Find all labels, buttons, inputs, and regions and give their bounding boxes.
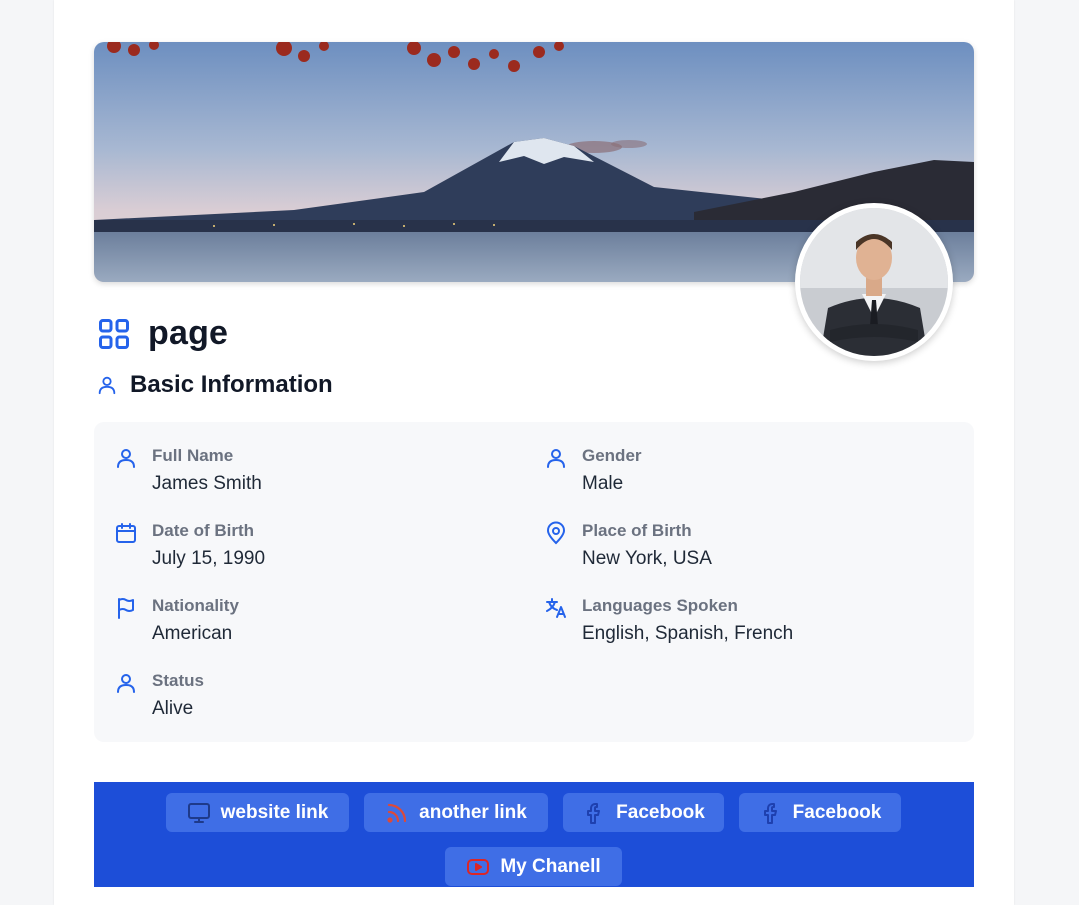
link-label: Facebook xyxy=(792,801,882,823)
info-label: Status xyxy=(152,671,204,690)
info-place-of-birth: Place of Birth New York, USA xyxy=(544,519,712,573)
info-label: Full Name xyxy=(152,446,234,465)
facebook-icon xyxy=(759,801,783,825)
info-label: Date of Birth xyxy=(152,521,254,540)
page-title: page xyxy=(96,314,228,353)
grid-icon xyxy=(96,316,132,352)
info-label: Gender xyxy=(582,446,642,465)
section-title: Basic Information xyxy=(96,371,333,399)
info-value: American xyxy=(152,623,233,644)
info-label: Place of Birth xyxy=(582,521,692,540)
profile-card: page Basic Information Full Name James S… xyxy=(54,0,1014,905)
basic-info-panel: Full Name James Smith Gender Male Date o… xyxy=(94,422,974,742)
calendar-icon xyxy=(114,519,138,573)
youtube-icon xyxy=(466,855,490,879)
link-label: website link xyxy=(220,801,329,823)
user-icon xyxy=(114,669,138,723)
info-value: July 15, 1990 xyxy=(152,548,266,569)
map-pin-icon xyxy=(544,519,568,573)
info-status: Status Alive xyxy=(114,669,204,723)
another-link-button[interactable]: another link xyxy=(364,793,548,832)
rss-icon xyxy=(385,801,409,825)
info-label: Languages Spoken xyxy=(582,596,738,615)
translate-icon xyxy=(544,594,568,648)
info-value: New York, USA xyxy=(582,548,712,569)
info-value: Male xyxy=(582,473,624,494)
facebook-icon xyxy=(582,801,606,825)
facebook-link-button[interactable]: Facebook xyxy=(563,793,724,832)
info-value: Alive xyxy=(152,698,194,719)
info-value: James Smith xyxy=(152,473,262,494)
user-icon xyxy=(114,444,138,498)
info-date-of-birth: Date of Birth July 15, 1990 xyxy=(114,519,265,573)
link-label: Facebook xyxy=(616,801,705,823)
info-label: Nationality xyxy=(152,596,239,615)
info-full-name: Full Name James Smith xyxy=(114,444,262,498)
link-label: another link xyxy=(419,801,527,823)
profile-avatar xyxy=(795,203,953,361)
facebook-link-button-2[interactable]: Facebook xyxy=(739,793,901,832)
links-bar: website link another link Facebook Faceb… xyxy=(94,782,974,887)
user-icon xyxy=(544,444,568,498)
flag-icon xyxy=(114,594,138,648)
link-label: My Chanell xyxy=(500,855,601,877)
section-title-text: Basic Information xyxy=(130,371,333,398)
monitor-icon xyxy=(187,801,211,825)
page-title-text: page xyxy=(148,314,229,352)
info-languages: Languages Spoken English, Spanish, Frenc… xyxy=(544,594,793,648)
user-icon xyxy=(96,374,118,396)
info-gender: Gender Male xyxy=(544,444,642,498)
info-nationality: Nationality American xyxy=(114,594,239,648)
my-channel-button[interactable]: My Chanell xyxy=(445,847,622,886)
info-value: English, Spanish, French xyxy=(582,623,794,644)
website-link-button[interactable]: website link xyxy=(166,793,349,832)
